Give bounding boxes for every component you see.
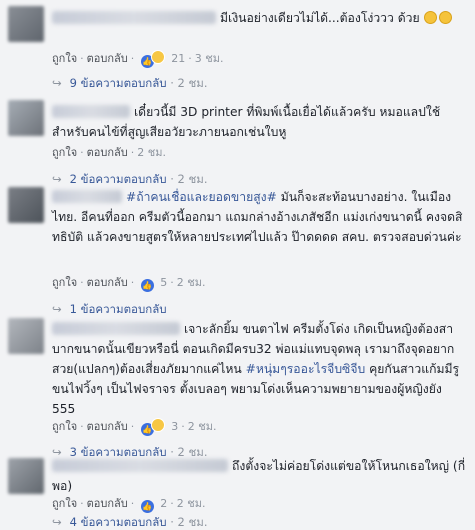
hashtag-link[interactable]: #ถ้าคนเชื่อและยอดขายสูง# bbox=[126, 190, 277, 204]
comment-body: มีเงินอย่างเดียวไม่ได้...ต้องโง่ววว ด้วย bbox=[52, 8, 467, 28]
like-reaction-icon[interactable]: 👍 bbox=[140, 500, 154, 513]
view-replies-link[interactable]: ↪ 1 ข้อความตอบกลับ bbox=[52, 301, 167, 317]
haha-reaction-icon[interactable] bbox=[150, 50, 165, 64]
comment-actions: ถูกใจ · ตอบกลับ · 👍 21 · 3 ชม. bbox=[52, 50, 224, 68]
commenter-name-blurred[interactable] bbox=[52, 105, 130, 118]
comment-time[interactable]: 2 ชม. bbox=[177, 497, 206, 510]
comment-time[interactable]: 2 ชม. bbox=[177, 276, 206, 289]
laughing-emoji-icon bbox=[438, 11, 452, 24]
like-button[interactable]: ถูกใจ bbox=[52, 276, 77, 289]
like-button[interactable]: ถูกใจ bbox=[52, 420, 77, 433]
avatar[interactable] bbox=[8, 6, 44, 42]
comment-body: เจาะลักยิ้ม ขนตาไฟ ครีมตั้งโด่ง เกิดเป็น… bbox=[52, 319, 467, 419]
reply-button[interactable]: ตอบกลับ bbox=[87, 497, 128, 510]
commenter-name-blurred[interactable] bbox=[52, 11, 216, 24]
avatar[interactable] bbox=[8, 318, 44, 354]
avatar[interactable] bbox=[8, 100, 44, 136]
like-button[interactable]: ถูกใจ bbox=[52, 497, 77, 510]
reply-arrow-icon: ↪ bbox=[52, 302, 62, 316]
comment-body: เดี๋ยวนี้มี 3D printer ที่พิมพ์เนื้อเยื่… bbox=[52, 102, 467, 142]
comment-time[interactable]: 3 ชม. bbox=[195, 52, 224, 65]
reply-button[interactable]: ตอบกลับ bbox=[87, 420, 128, 433]
comment-body: #ถ้าคนเชื่อและยอดขายสูง# มันก็จะสะท้อนบา… bbox=[52, 187, 467, 247]
reply-arrow-icon: ↪ bbox=[52, 76, 62, 90]
reply-arrow-icon: ↪ bbox=[52, 172, 62, 186]
comment-actions: ถูกใจ · ตอบกลับ · 👍 3 · 2 ชม. bbox=[52, 418, 217, 436]
comment-body: ถึงตั้งจะไม่ค่อยโด่งแต่ขอให้โหนกเธอใหญ่ … bbox=[52, 456, 467, 496]
commenter-name-blurred[interactable] bbox=[52, 322, 180, 335]
like-reaction-icon[interactable]: 👍 bbox=[140, 279, 154, 292]
replies-time: 2 ชม. bbox=[177, 515, 208, 529]
reaction-count[interactable]: 2 bbox=[160, 497, 167, 510]
replies-count[interactable]: 9 ข้อความตอบกลับ bbox=[70, 76, 167, 90]
reply-arrow-icon: ↪ bbox=[52, 515, 62, 529]
avatar[interactable] bbox=[8, 187, 44, 223]
replies-count[interactable]: 4 ข้อความตอบกลับ bbox=[70, 515, 167, 529]
like-button[interactable]: ถูกใจ bbox=[52, 52, 77, 65]
commenter-name-blurred[interactable] bbox=[52, 190, 122, 203]
reaction-count[interactable]: 3 bbox=[171, 420, 178, 433]
comment-time[interactable]: 2 ชม. bbox=[137, 146, 166, 159]
replies-count[interactable]: 1 ข้อความตอบกลับ bbox=[70, 302, 167, 316]
hashtag-link[interactable]: #หนุ่มๆรออะไรจีบซิจีบ bbox=[246, 362, 366, 376]
comment-time[interactable]: 2 ชม. bbox=[188, 420, 217, 433]
reaction-count[interactable]: 21 bbox=[171, 52, 185, 65]
comment-text: มีเงินอย่างเดียวไม่ได้...ต้องโง่ววว ด้วย bbox=[220, 11, 420, 25]
reply-button[interactable]: ตอบกลับ bbox=[87, 52, 128, 65]
view-replies-link[interactable]: ↪ 2 ข้อความตอบกลับ · 2 ชม. bbox=[52, 171, 208, 187]
like-button[interactable]: ถูกใจ bbox=[52, 146, 77, 159]
avatar[interactable] bbox=[8, 458, 44, 494]
view-replies-link[interactable]: ↪ 9 ข้อความตอบกลับ · 2 ชม. bbox=[52, 75, 208, 91]
reply-button[interactable]: ตอบกลับ bbox=[87, 276, 128, 289]
replies-time: 2 ชม. bbox=[177, 76, 208, 90]
haha-reaction-icon[interactable] bbox=[150, 418, 165, 432]
view-replies-link[interactable]: ↪ 4 ข้อความตอบกลับ · 2 ชม. bbox=[52, 514, 208, 530]
comment-actions: ถูกใจ · ตอบกลับ · 👍 5 · 2 ชม. bbox=[52, 276, 206, 292]
reaction-count[interactable]: 5 bbox=[160, 276, 167, 289]
comment-actions: ถูกใจ · ตอบกลับ · 👍 2 · 2 ชม. bbox=[52, 497, 206, 513]
comment-actions: ถูกใจ · ตอบกลับ · 2 ชม. bbox=[52, 146, 166, 159]
replies-time: 2 ชม. bbox=[177, 172, 208, 186]
replies-count[interactable]: 2 ข้อความตอบกลับ bbox=[70, 172, 167, 186]
laughing-emoji-icon bbox=[423, 11, 437, 24]
reply-button[interactable]: ตอบกลับ bbox=[87, 146, 128, 159]
commenter-name-blurred[interactable] bbox=[52, 459, 228, 472]
